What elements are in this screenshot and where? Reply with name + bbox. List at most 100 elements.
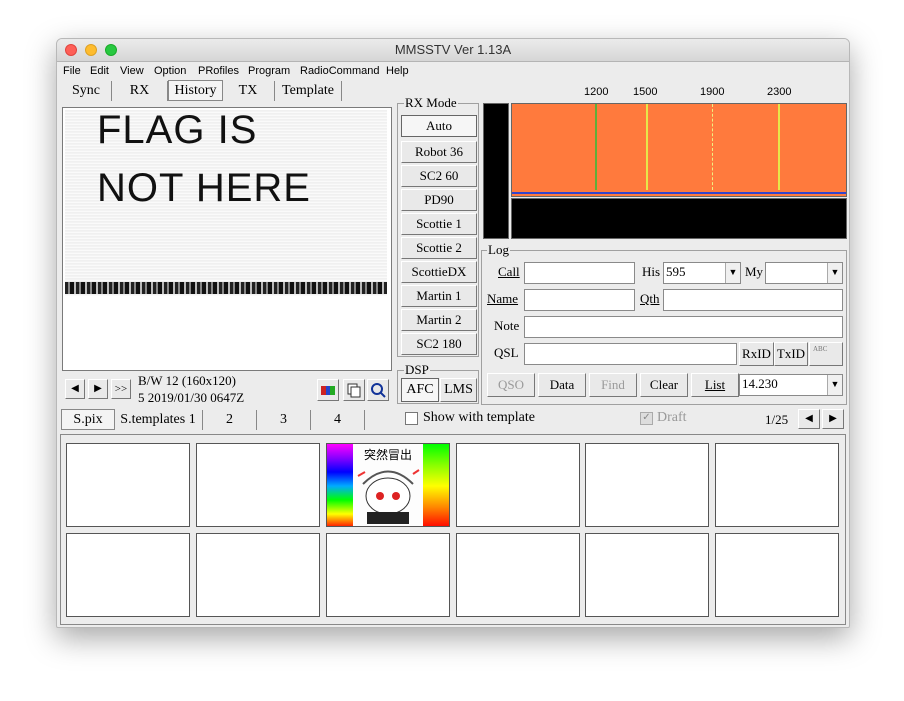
list-button[interactable]: List — [691, 373, 739, 397]
tab-stemplates-3[interactable]: 3 — [257, 410, 311, 430]
tab-spix[interactable]: S.pix — [61, 409, 115, 430]
frequency-select[interactable]: 14.230 ▼ — [739, 374, 843, 396]
next-button[interactable]: ▶ — [88, 379, 108, 399]
image-text-line2: NOT HERE — [97, 166, 311, 210]
thumbnail-slot-8[interactable] — [196, 533, 320, 617]
mode-sc260-button[interactable]: SC2 60 — [401, 165, 477, 187]
clear-button[interactable]: Clear — [640, 373, 688, 397]
frequency-value: 14.230 — [742, 376, 778, 391]
thumbnail-slot-10[interactable] — [456, 533, 580, 617]
menu-radiocommand[interactable]: RadioCommand — [300, 65, 379, 77]
my-select[interactable]: ▼ — [765, 262, 843, 284]
page-prev-button[interactable]: ◀ — [798, 409, 820, 429]
find-button[interactable]: Find — [589, 373, 637, 397]
spectrum-display[interactable] — [511, 103, 847, 197]
rxid-button[interactable]: RxID — [739, 342, 774, 366]
character-drawing — [357, 469, 420, 524]
tab-template[interactable]: Template — [275, 81, 342, 101]
history-mode-info: B/W 12 (160x120) — [138, 373, 236, 388]
tab-sync[interactable]: Sync — [61, 81, 112, 101]
thumbnail-slot-4[interactable] — [456, 443, 580, 527]
prev-button[interactable]: ◀ — [65, 379, 85, 399]
mode-pd90-button[interactable]: PD90 — [401, 189, 477, 211]
show-template-checkbox[interactable] — [405, 412, 418, 425]
waterfall-display[interactable] — [511, 198, 847, 239]
copy-icon[interactable] — [343, 379, 365, 401]
window-title: MMSSTV Ver 1.13A — [394, 42, 512, 57]
freq-label-1500: 1500 — [633, 86, 658, 98]
call-field[interactable] — [524, 262, 635, 284]
image-text-line1: FLAG IS — [97, 108, 258, 152]
menu-program[interactable]: Program — [248, 65, 290, 77]
chevron-down-icon[interactable]: ▼ — [725, 263, 740, 283]
thumbnail-slot-3[interactable]: 突然冒出 — [326, 443, 450, 527]
color-bar-left — [327, 444, 353, 526]
lms-button[interactable]: LMS — [440, 378, 477, 402]
thumbnail-caption: 突然冒出 — [363, 448, 412, 462]
tab-stemplates-4[interactable]: 4 — [311, 410, 365, 430]
mode-scottie2-button[interactable]: Scottie 2 — [401, 237, 477, 259]
mode-scottie1-button[interactable]: Scottie 1 — [401, 213, 477, 235]
thumbnail-slot-7[interactable] — [66, 533, 190, 617]
txid-button[interactable]: TxID — [774, 342, 808, 366]
rx-mode-title: RX Mode — [404, 95, 458, 111]
menu-view[interactable]: View — [120, 65, 144, 77]
received-image: FLAG IS NOT HERE — [65, 108, 387, 296]
qth-field[interactable] — [663, 289, 843, 311]
mode-sc2180-button[interactable]: SC2 180 — [401, 333, 477, 355]
skip-button[interactable]: >> — [111, 379, 131, 399]
afc-button[interactable]: AFC — [401, 378, 439, 402]
mode-martin1-button[interactable]: Martin 1 — [401, 285, 477, 307]
log-title: Log — [487, 242, 510, 258]
mode-robot36-button[interactable]: Robot 36 — [401, 141, 477, 163]
qth-label: Qth — [640, 291, 660, 306]
mmsstv-window: MMSSTV Ver 1.13A File Edit View Option P… — [56, 38, 850, 628]
tick-2300 — [778, 104, 780, 190]
his-label: His — [642, 264, 661, 279]
tab-stemplates-1[interactable]: S.templates 1 — [114, 410, 203, 430]
chevron-down-icon[interactable]: ▼ — [827, 263, 842, 283]
tab-stemplates-2[interactable]: 2 — [203, 410, 257, 430]
menu-profiles[interactable]: PRofiles — [198, 65, 239, 77]
mode-martin2-button[interactable]: Martin 2 — [401, 309, 477, 331]
tab-history[interactable]: History — [168, 80, 223, 101]
spectrum-baseline — [512, 192, 846, 194]
page-next-button[interactable]: ▶ — [822, 409, 844, 429]
note-label: Note — [494, 318, 520, 333]
level-meter — [483, 103, 509, 239]
his-value: 595 — [666, 264, 686, 279]
thumbnail-slot-12[interactable] — [715, 533, 839, 617]
mode-auto-button[interactable]: Auto — [401, 115, 477, 137]
color-bar-right — [423, 444, 449, 526]
thumbnail-slot-2[interactable] — [196, 443, 320, 527]
tick-1900 — [712, 104, 713, 190]
data-button[interactable]: Data — [538, 373, 586, 397]
tab-rx[interactable]: RX — [112, 81, 168, 101]
image-noise-band — [65, 282, 387, 294]
zoom-search-icon[interactable] — [367, 379, 389, 401]
mode-scottiedx-button[interactable]: ScottieDX — [401, 261, 477, 283]
menu-option[interactable]: Option — [154, 65, 186, 77]
color-icon[interactable] — [317, 379, 339, 401]
menu-edit[interactable]: Edit — [90, 65, 109, 77]
draft-label: Draft — [657, 410, 687, 425]
name-field[interactable] — [524, 289, 635, 311]
tab-tx[interactable]: TX — [222, 81, 275, 101]
qso-button[interactable]: QSO — [487, 373, 535, 397]
his-select[interactable]: 595 ▼ — [663, 262, 741, 284]
menu-help[interactable]: Help — [386, 65, 409, 77]
thumbnail-slot-11[interactable] — [585, 533, 709, 617]
thumbnail-slot-6[interactable] — [715, 443, 839, 527]
draft-checkbox[interactable]: ✓ — [640, 412, 653, 425]
chevron-down-icon[interactable]: ▼ — [827, 375, 842, 395]
abc-button[interactable]: ABC — [809, 342, 843, 366]
thumbnail-slot-1[interactable] — [66, 443, 190, 527]
note-field[interactable] — [524, 316, 843, 338]
anime-girl-image: 突然冒出 — [353, 444, 423, 526]
qsl-label: QSL — [494, 345, 519, 360]
thumbnail-slot-9[interactable] — [326, 533, 450, 617]
qsl-field[interactable] — [524, 343, 737, 365]
abc-label: ABC — [813, 345, 828, 353]
thumbnail-slot-5[interactable] — [585, 443, 709, 527]
menu-file[interactable]: File — [63, 65, 81, 77]
